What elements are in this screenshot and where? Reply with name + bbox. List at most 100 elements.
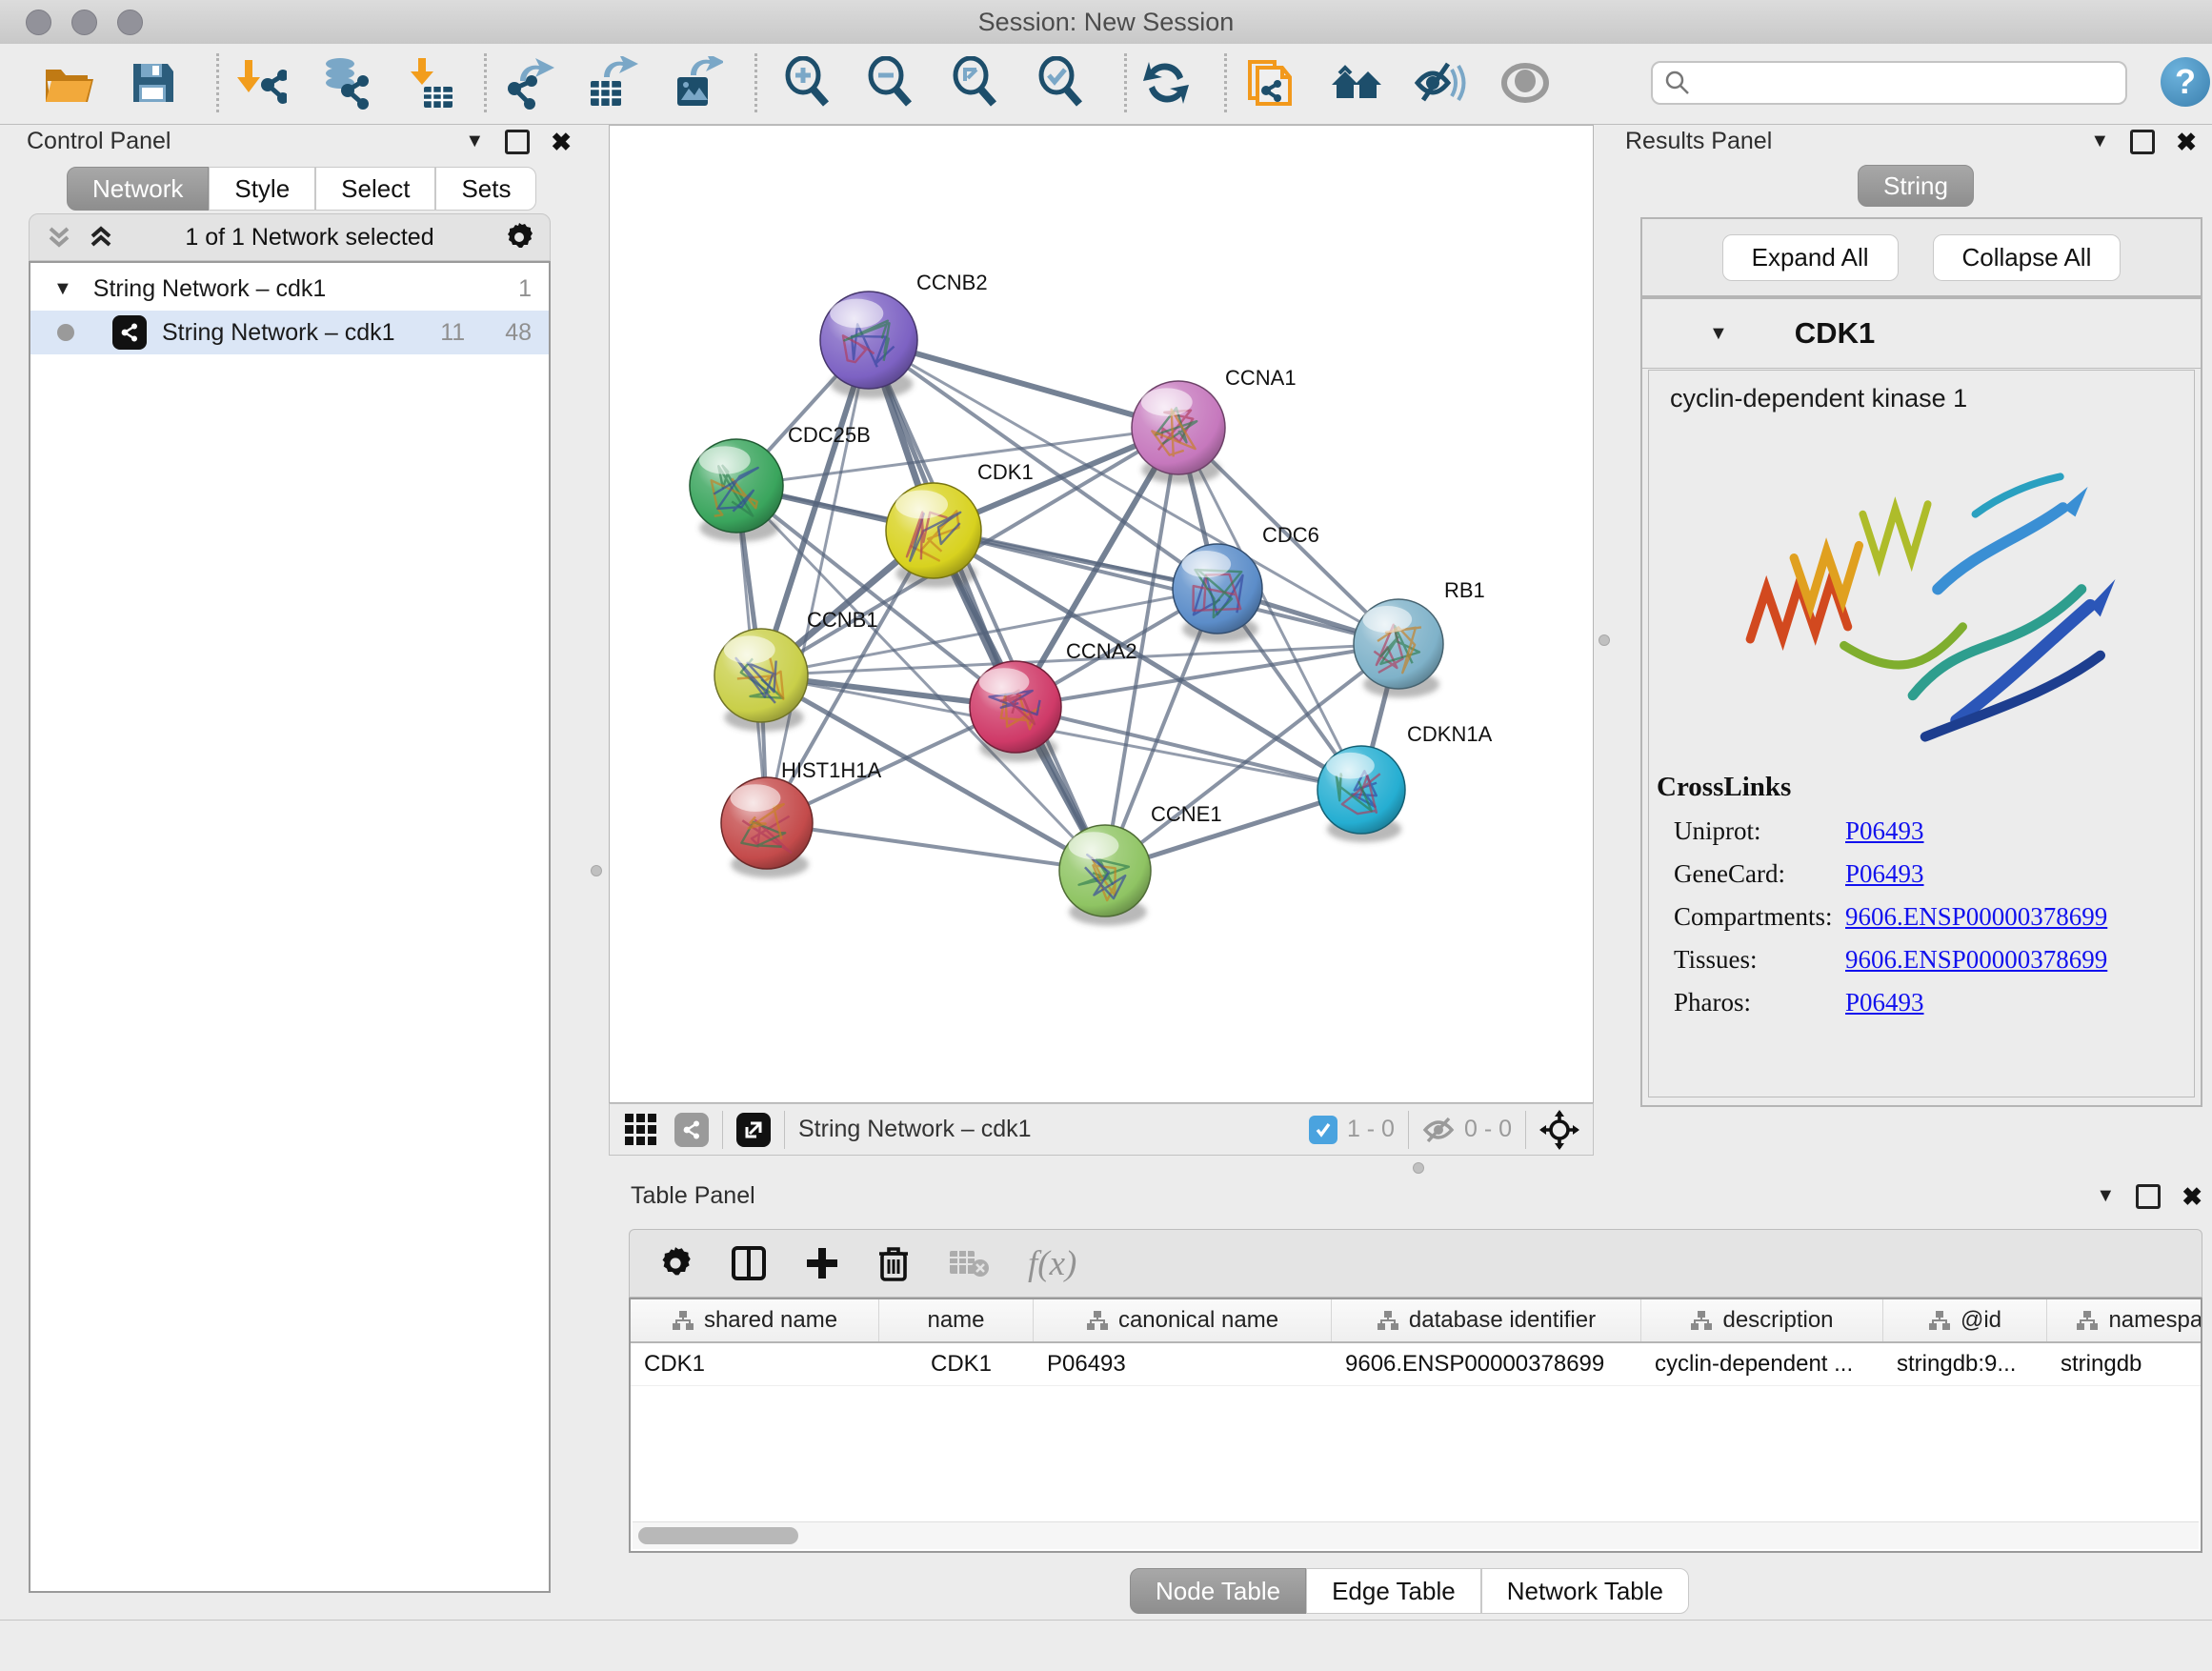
node-CCNA1[interactable]: CCNA1 xyxy=(1132,366,1297,484)
table-cell[interactable]: cyclin-dependent ... xyxy=(1641,1343,1883,1385)
export-table-icon[interactable] xyxy=(585,56,638,110)
edge-HIST1H1A-CCNE1[interactable] xyxy=(767,823,1105,871)
zoom-fit-icon[interactable] xyxy=(948,56,1001,110)
table-cell[interactable]: CDK1 xyxy=(631,1343,879,1385)
panel-float-icon[interactable] xyxy=(505,130,530,154)
table-settings-gear-icon[interactable] xyxy=(658,1246,693,1280)
tab-network-table[interactable]: Network Table xyxy=(1481,1568,1689,1614)
change-species-icon[interactable] xyxy=(1330,56,1383,110)
table-cell[interactable]: 9606.ENSP00000378699 xyxy=(1332,1343,1641,1385)
show-columns-icon[interactable] xyxy=(731,1245,767,1281)
tab-network[interactable]: Network xyxy=(67,167,209,211)
network-type-icon[interactable] xyxy=(674,1113,709,1147)
left-splitter-handle[interactable] xyxy=(591,865,602,876)
selected-checkbox-icon[interactable] xyxy=(1309,1116,1337,1144)
gear-icon[interactable] xyxy=(504,222,534,252)
scrollbar-thumb[interactable] xyxy=(638,1527,798,1544)
panel-menu-icon[interactable]: ▼ xyxy=(2096,1185,2115,1207)
network-row[interactable]: String Network – cdk1 11 48 xyxy=(30,311,549,354)
network-group-row[interactable]: ▼ String Network – cdk1 1 xyxy=(30,263,549,311)
zoom-out-icon[interactable] xyxy=(863,56,916,110)
hide-selected-icon[interactable] xyxy=(1414,56,1467,110)
delete-column-icon[interactable] xyxy=(877,1245,910,1281)
crosslink-link[interactable]: P06493 xyxy=(1845,859,1924,889)
tab-style[interactable]: Style xyxy=(209,167,315,211)
network-canvas[interactable]: CCNB2CCNA1CDC25BCDK1CDC6RB1CCNB1CCNA2CDK… xyxy=(609,125,1594,1103)
table-row[interactable]: CDK1CDK1P064939606.ENSP00000378699cyclin… xyxy=(631,1343,2201,1386)
refresh-view-icon[interactable] xyxy=(1139,56,1193,110)
panel-float-icon[interactable] xyxy=(2130,130,2155,154)
export-image-icon[interactable] xyxy=(670,56,723,110)
node-HIST1H1A[interactable]: HIST1H1A xyxy=(721,758,881,878)
open-in-window-icon[interactable] xyxy=(736,1113,771,1147)
help-button[interactable]: ? xyxy=(2161,57,2210,107)
column-header-namespace[interactable]: namespace xyxy=(2047,1299,2202,1341)
panel-close-icon[interactable]: ✖ xyxy=(2182,1187,2202,1206)
edge-CCNB2-CCNE1[interactable] xyxy=(869,340,1105,871)
crosslink-link[interactable]: P06493 xyxy=(1845,816,1924,846)
string-import-icon[interactable] xyxy=(1244,56,1297,110)
import-network-file-icon[interactable] xyxy=(233,56,287,110)
right-splitter-handle[interactable] xyxy=(1599,634,1610,646)
zoom-in-icon[interactable] xyxy=(780,56,834,110)
node-table[interactable]: shared namenamecanonical namedatabase id… xyxy=(629,1298,2202,1553)
open-session-icon[interactable] xyxy=(40,56,93,110)
expand-all-button[interactable]: Expand All xyxy=(1722,234,1899,281)
crosslink-link[interactable]: 9606.ENSP00000378699 xyxy=(1845,945,2107,975)
column-header-description[interactable]: description xyxy=(1641,1299,1883,1341)
import-network-database-icon[interactable] xyxy=(315,56,369,110)
zoom-selected-icon[interactable] xyxy=(1034,56,1087,110)
group-disclosure-icon[interactable]: ▼ xyxy=(53,278,72,300)
crosslink-link[interactable]: P06493 xyxy=(1845,988,1924,1017)
column-header-@id[interactable]: @id xyxy=(1883,1299,2047,1341)
tab-edge-table[interactable]: Edge Table xyxy=(1306,1568,1481,1614)
crosslink-label: Compartments: xyxy=(1674,902,1845,932)
panel-menu-icon[interactable]: ▼ xyxy=(465,131,484,152)
node-CDC25B[interactable]: CDC25B xyxy=(690,423,871,542)
panel-close-icon[interactable]: ✖ xyxy=(551,132,572,151)
node-CDC6[interactable]: CDC6 xyxy=(1173,523,1319,642)
column-header-canonical-name[interactable]: canonical name xyxy=(1034,1299,1332,1341)
collapse-all-button[interactable]: Collapse All xyxy=(1933,234,2122,281)
show-all-icon[interactable] xyxy=(1498,56,1552,110)
edge-CCNB2-HIST1H1A[interactable] xyxy=(767,340,869,823)
bottom-splitter-handle[interactable] xyxy=(1413,1162,1424,1174)
column-header-name[interactable]: name xyxy=(879,1299,1034,1341)
protein-disclosure-icon[interactable]: ▼ xyxy=(1709,323,1728,345)
toolbar-separator xyxy=(784,1111,785,1149)
results-panel-title: Results Panel xyxy=(1625,128,1772,155)
node-CDK1[interactable]: CDK1 xyxy=(886,460,1034,588)
table-cell[interactable]: P06493 xyxy=(1034,1343,1332,1385)
node-CDKN1A[interactable]: CDKN1A xyxy=(1317,722,1493,842)
expand-all-icon[interactable] xyxy=(45,225,73,250)
string-network-icon xyxy=(112,315,147,350)
panel-menu-icon[interactable]: ▼ xyxy=(2090,131,2109,152)
table-cell[interactable]: CDK1 xyxy=(879,1343,1034,1385)
crosslink-link[interactable]: 9606.ENSP00000378699 xyxy=(1845,902,2107,932)
export-network-icon[interactable] xyxy=(503,56,556,110)
horizontal-scrollbar[interactable] xyxy=(633,1521,2199,1549)
tab-sets[interactable]: Sets xyxy=(435,167,536,211)
edge-CDK1-RB1[interactable] xyxy=(934,531,1398,644)
search-input[interactable] xyxy=(1651,61,2127,105)
node-RB1[interactable]: RB1 xyxy=(1354,578,1485,697)
add-column-icon[interactable] xyxy=(805,1246,839,1280)
node-CCNB2[interactable]: CCNB2 xyxy=(820,271,988,398)
column-header-database-identifier[interactable]: database identifier xyxy=(1332,1299,1641,1341)
panel-close-icon[interactable]: ✖ xyxy=(2176,132,2197,151)
table-toolbar: f(x) xyxy=(629,1229,2202,1298)
collapse-all-icon[interactable] xyxy=(87,225,115,250)
tab-select[interactable]: Select xyxy=(315,167,435,211)
table-cell[interactable]: stringdb:9... xyxy=(1883,1343,2047,1385)
tab-node-table[interactable]: Node Table xyxy=(1130,1568,1306,1614)
table-cell[interactable]: stringdb xyxy=(2047,1343,2202,1385)
birdseye-grid-icon[interactable] xyxy=(623,1112,659,1148)
hidden-eye-icon[interactable] xyxy=(1422,1116,1455,1144)
import-table-file-icon[interactable] xyxy=(403,56,456,110)
tab-string[interactable]: String xyxy=(1858,165,1974,207)
panel-float-icon[interactable] xyxy=(2136,1184,2161,1209)
save-session-icon[interactable] xyxy=(126,56,179,110)
column-header-shared-name[interactable]: shared name xyxy=(631,1299,879,1341)
fit-content-crosshair-icon[interactable] xyxy=(1539,1110,1579,1150)
node-label-CCNE1: CCNE1 xyxy=(1151,802,1222,826)
